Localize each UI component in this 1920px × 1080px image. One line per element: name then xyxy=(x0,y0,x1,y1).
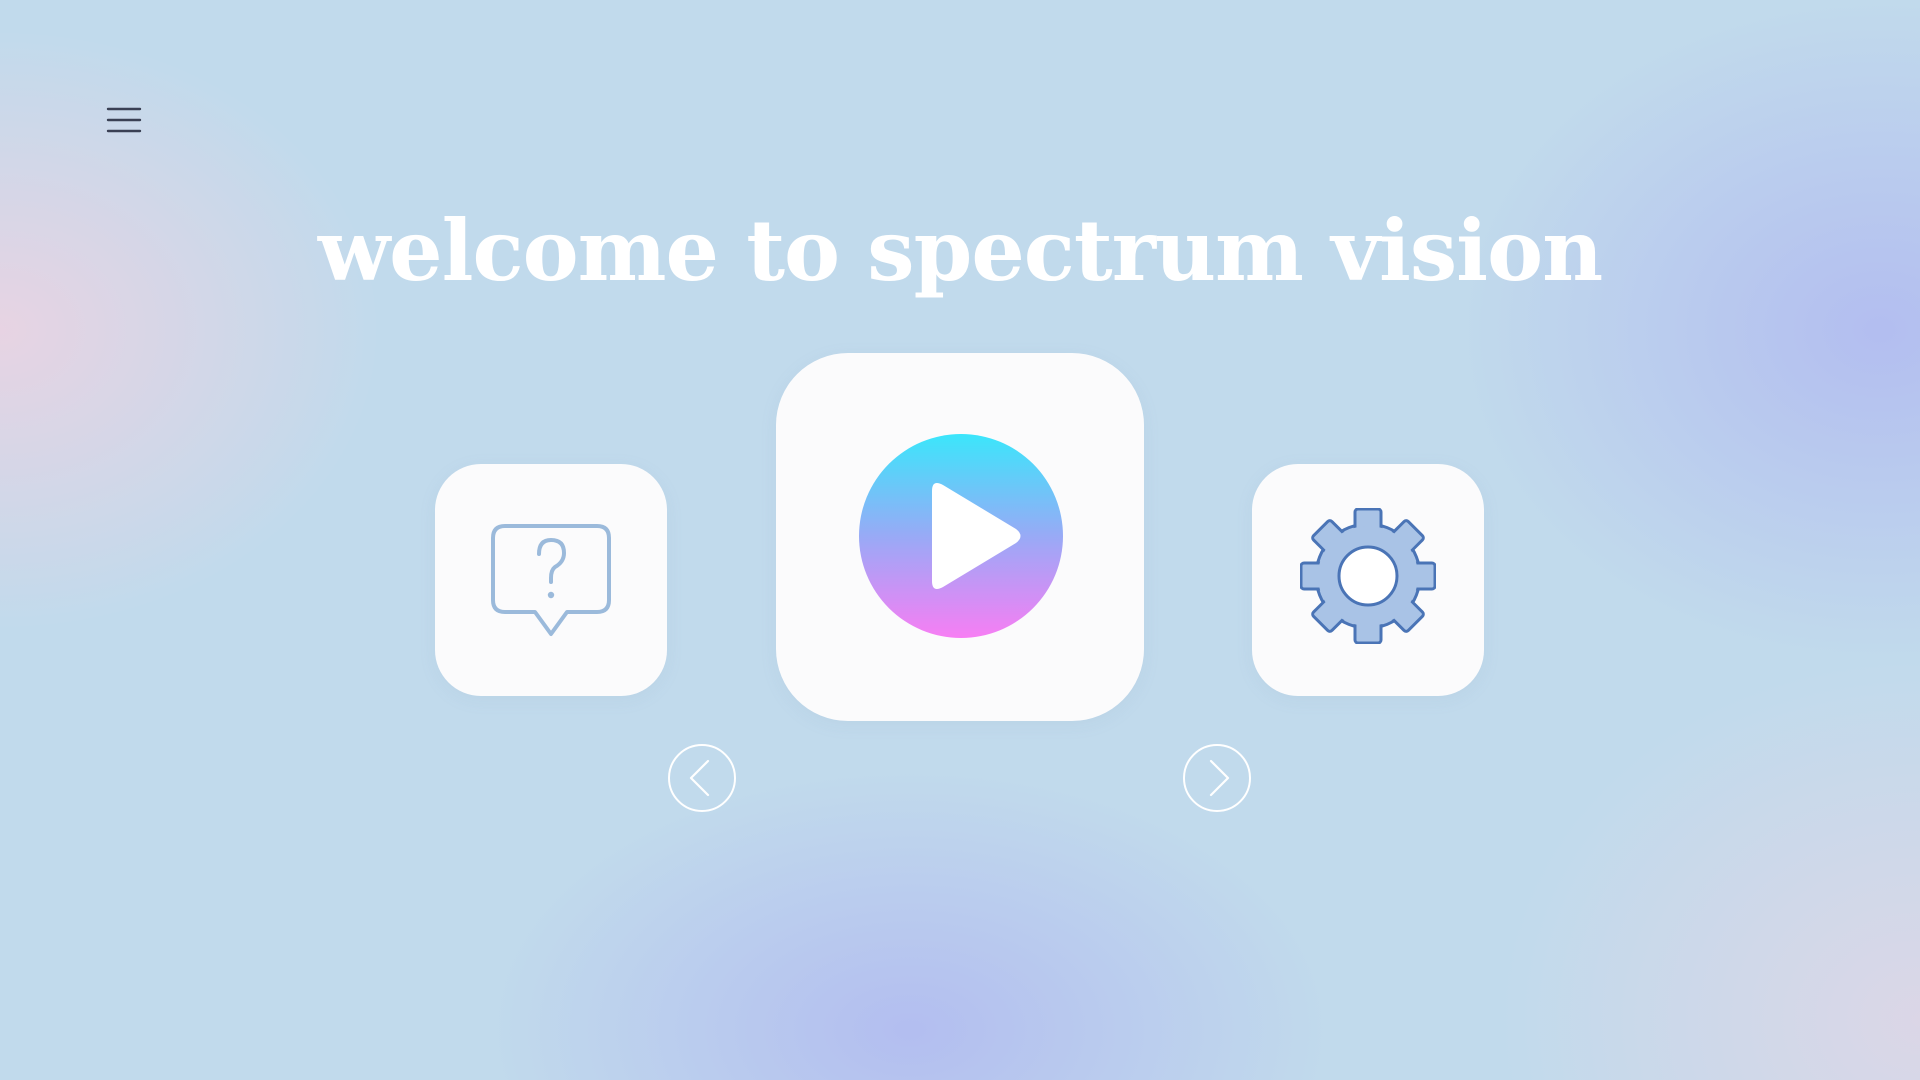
previous-button[interactable] xyxy=(667,743,737,813)
page-title: welcome to spectrum vision xyxy=(317,201,1603,300)
hamburger-menu-icon xyxy=(106,107,142,133)
help-tile[interactable] xyxy=(435,464,667,696)
chevron-left-icon xyxy=(668,744,736,812)
chevron-right-icon xyxy=(1183,744,1251,812)
menu-button[interactable] xyxy=(104,104,144,140)
next-button[interactable] xyxy=(1182,743,1252,813)
play-tile[interactable] xyxy=(776,353,1144,721)
gear-icon xyxy=(1300,508,1436,644)
settings-tile[interactable] xyxy=(1252,464,1484,696)
help-chat-bubble-icon xyxy=(491,524,611,636)
play-icon xyxy=(859,434,1063,638)
